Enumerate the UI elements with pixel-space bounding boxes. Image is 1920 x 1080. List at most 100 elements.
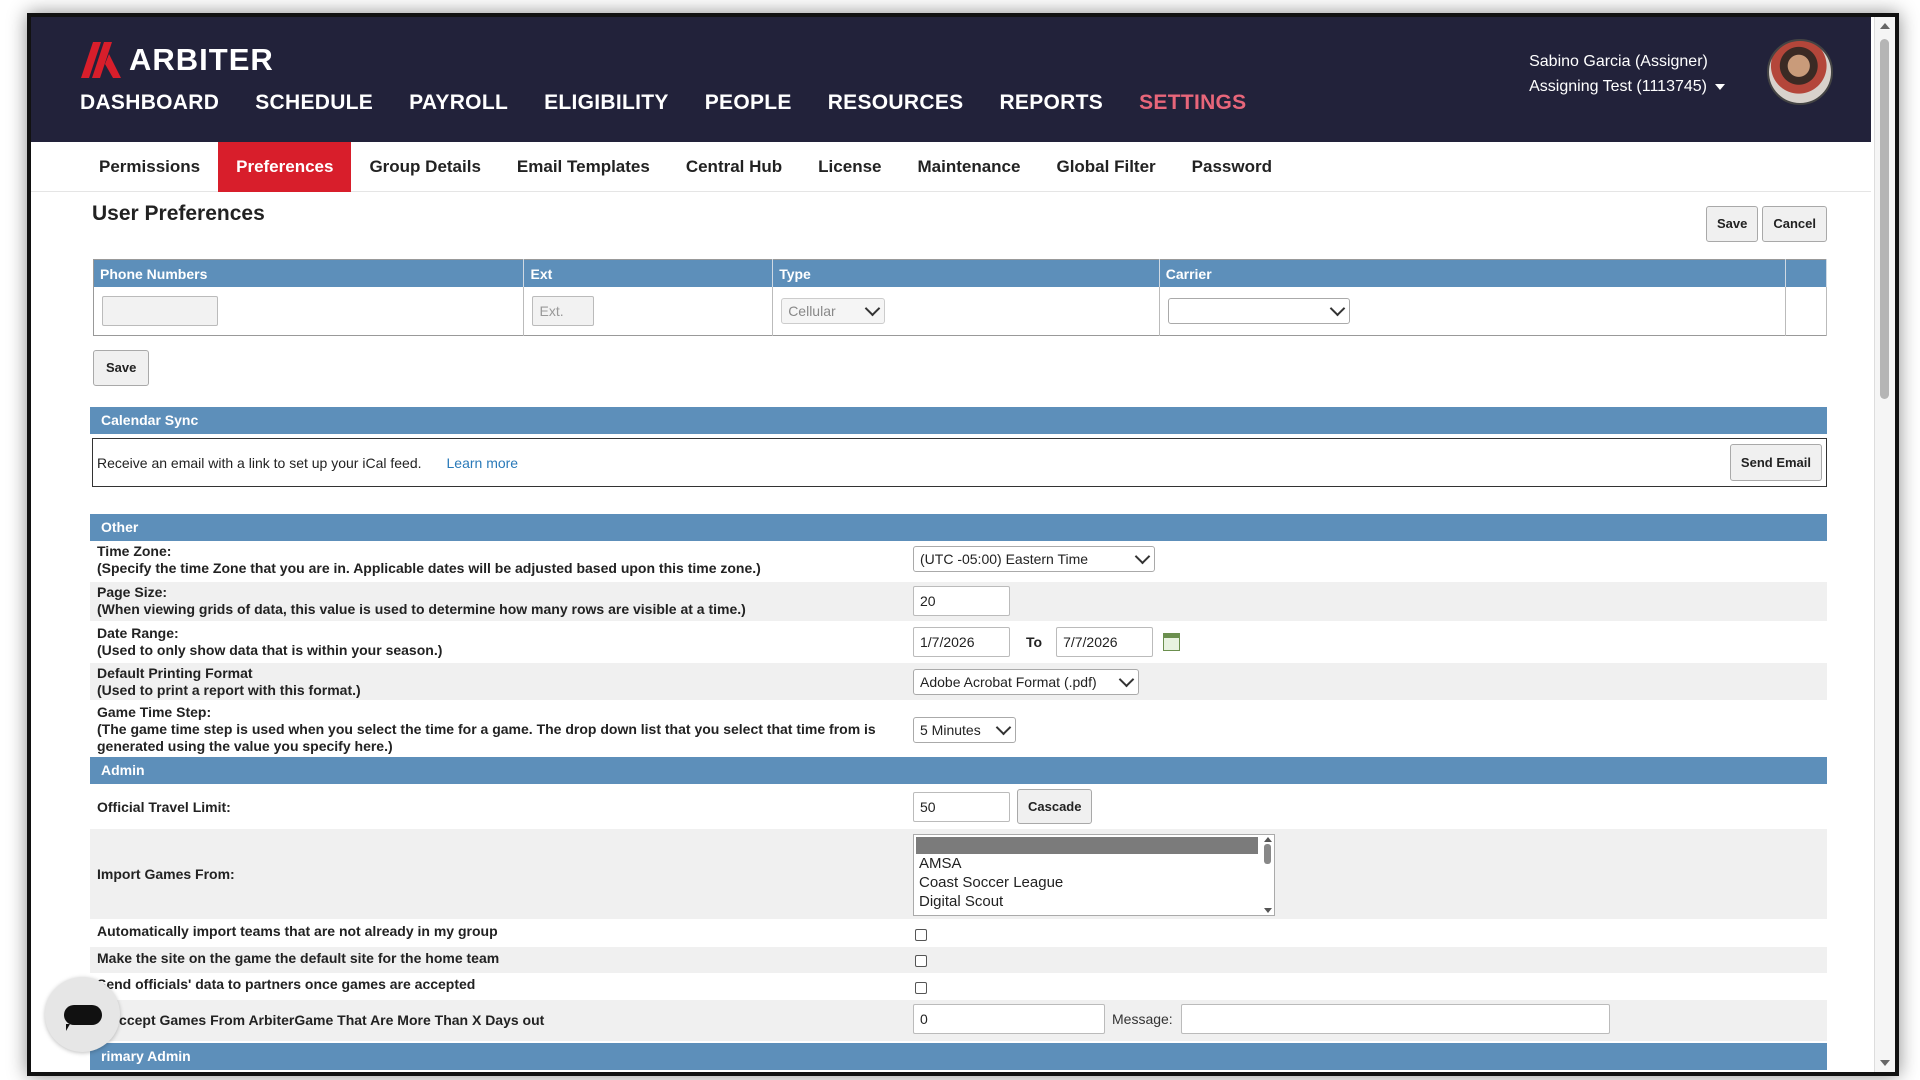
section-header-primary-admin: rimary Admin (90, 1043, 1827, 1070)
user-group: Assigning Test (1113745) (1529, 78, 1707, 95)
nav-payroll[interactable]: PAYROLL (409, 91, 508, 115)
date-from-input[interactable]: 1/7/2026 (913, 627, 1010, 657)
message-input[interactable] (1180, 1004, 1610, 1034)
caret-down-icon[interactable] (1715, 83, 1725, 90)
section-header-other: Other (90, 514, 1827, 541)
scroll-down-icon[interactable] (1264, 908, 1272, 913)
tab-global-filter[interactable]: Global Filter (1038, 142, 1173, 192)
settings-subnav: Permissions Preferences Group Details Em… (31, 142, 1871, 192)
scroll-thumb[interactable] (1880, 39, 1889, 399)
nav-reports[interactable]: REPORTS (999, 91, 1103, 115)
message-label: Message: (1112, 1011, 1173, 1027)
avatar[interactable] (1767, 39, 1833, 105)
tab-preferences[interactable]: Preferences (218, 142, 352, 192)
cancel-button[interactable]: Cancel (1762, 206, 1827, 242)
date-range-row: Date Range: (Used to only show data that… (90, 623, 1827, 661)
game-time-step-select[interactable]: 5 Minutes (913, 717, 1016, 743)
tab-password[interactable]: Password (1174, 142, 1290, 192)
tab-email-templates[interactable]: Email Templates (499, 142, 668, 192)
brand-name: ARBITER (129, 42, 274, 77)
game-time-step-value: 5 Minutes (920, 722, 981, 738)
column-header: Phone Numbers (93, 259, 525, 287)
page-size-input[interactable]: 20 (913, 586, 1010, 616)
default-site-label: Make the site on the game the default si… (97, 950, 500, 966)
listbox-option[interactable]: Digital Scout (914, 892, 1274, 911)
nav-dashboard[interactable]: DASHBOARD (80, 91, 219, 115)
column-header: Type (772, 259, 1160, 287)
auto-accept-days-input[interactable]: 0 (913, 1004, 1105, 1034)
calendar-sync-text: Receive an email with a link to set up y… (97, 454, 422, 471)
carrier-select[interactable] (1167, 298, 1350, 324)
nav-people[interactable]: PEOPLE (705, 91, 792, 115)
chevron-down-icon (1329, 300, 1346, 317)
send-email-button[interactable]: Send Email (1729, 444, 1822, 481)
auto-import-teams-label: Automatically import teams that are not … (97, 923, 498, 939)
arbiter-logo[interactable]: ARBITER (79, 42, 274, 78)
travel-limit-input[interactable]: 50 (913, 791, 1010, 822)
top-navigation: ARBITER DASHBOARD SCHEDULE PAYROLL ELIGI… (31, 17, 1871, 142)
phone-number-input[interactable] (102, 296, 218, 326)
phone-type-select[interactable]: Cellular (781, 298, 886, 324)
date-to-label: To (1026, 634, 1043, 650)
printing-format-value: Adobe Acrobat Format (.pdf) (920, 674, 1097, 690)
section-header-admin: Admin (90, 757, 1827, 784)
send-officials-checkbox[interactable] (915, 982, 927, 994)
section-header-calendar-sync: Calendar Sync (90, 407, 1827, 434)
nav-settings[interactable]: SETTINGS (1139, 91, 1246, 115)
scroll-thumb[interactable] (1264, 844, 1271, 864)
chevron-down-icon (995, 719, 1012, 736)
listbox-selected-option[interactable] (916, 837, 1258, 854)
listbox-scrollbar[interactable] (1263, 837, 1272, 913)
tab-central-hub[interactable]: Central Hub (668, 142, 800, 192)
tab-permissions[interactable]: Permissions (81, 142, 218, 192)
page-scrollbar[interactable] (1874, 17, 1895, 1072)
game-time-step-row: Game Time Step: (The game time step is u… (90, 702, 1827, 756)
default-site-row: Make the site on the game the default si… (90, 947, 1827, 973)
default-site-checkbox[interactable] (915, 955, 927, 967)
user-menu[interactable]: Sabino Garcia (Assigner) Assigning Test … (1529, 49, 1725, 99)
tab-license[interactable]: License (800, 142, 899, 192)
send-officials-row: Send officials' data to partners once ga… (90, 974, 1827, 999)
import-games-listbox[interactable]: AMSA Coast Soccer League Digital Scout (913, 834, 1275, 916)
auto-import-teams-row: Automatically import teams that are not … (90, 921, 1827, 946)
chat-widget-button[interactable] (45, 977, 120, 1052)
calendar-icon[interactable] (1163, 633, 1181, 651)
travel-limit-row: Official Travel Limit: 50 Cascade (90, 786, 1827, 827)
page-title: User Preferences (92, 202, 265, 225)
time-zone-select[interactable]: (UTC -05:00) Eastern Time (913, 546, 1155, 572)
listbox-option[interactable]: AMSA (914, 854, 1274, 873)
tab-maintenance[interactable]: Maintenance (899, 142, 1038, 192)
scroll-up-icon[interactable] (1880, 23, 1890, 29)
time-zone-value: (UTC -05:00) Eastern Time (920, 551, 1089, 567)
scroll-down-icon[interactable] (1880, 1060, 1890, 1066)
tab-group-details[interactable]: Group Details (351, 142, 498, 192)
page-size-row: Page Size: (When viewing grids of data, … (90, 582, 1827, 621)
arbiter-logo-icon (81, 42, 121, 78)
main-nav: DASHBOARD SCHEDULE PAYROLL ELIGIBILITY P… (80, 91, 1283, 115)
phone-numbers-table: Phone Numbers Ext Type Carrier Ext. Cell… (93, 259, 1827, 336)
printing-format-select[interactable]: Adobe Acrobat Format (.pdf) (913, 669, 1139, 695)
table-row: Ext. Cellular (93, 287, 1827, 336)
auto-import-teams-checkbox[interactable] (915, 929, 927, 941)
calendar-sync-box: Receive an email with a link to set up y… (92, 438, 1827, 487)
phone-type-value: Cellular (788, 303, 836, 319)
nav-resources[interactable]: RESOURCES (828, 91, 964, 115)
save-phone-button[interactable]: Save (93, 350, 150, 386)
date-to-input[interactable]: 7/7/2026 (1056, 627, 1154, 657)
listbox-option[interactable]: Coast Soccer League (914, 873, 1274, 892)
chevron-down-icon (864, 300, 881, 317)
auto-accept-row: o Accept Games From ArbiterGame That Are… (90, 1000, 1827, 1041)
top-actions: Save Cancel (1705, 206, 1827, 242)
printing-format-row: Default Printing Format (Used to print a… (90, 663, 1827, 700)
save-button[interactable]: Save (1705, 206, 1759, 242)
learn-more-link[interactable]: Learn more (447, 455, 519, 471)
time-zone-row: Time Zone: (Specify the time Zone that y… (90, 543, 1827, 581)
scroll-up-icon[interactable] (1264, 837, 1272, 842)
ext-input[interactable]: Ext. (532, 296, 595, 326)
chevron-down-icon (1118, 671, 1135, 688)
column-header: Carrier (1159, 259, 1787, 287)
nav-schedule[interactable]: SCHEDULE (255, 91, 373, 115)
game-time-step-help: (The game time step is used when you sel… (97, 721, 876, 754)
nav-eligibility[interactable]: ELIGIBILITY (544, 91, 669, 115)
cascade-button[interactable]: Cascade (1017, 789, 1093, 824)
